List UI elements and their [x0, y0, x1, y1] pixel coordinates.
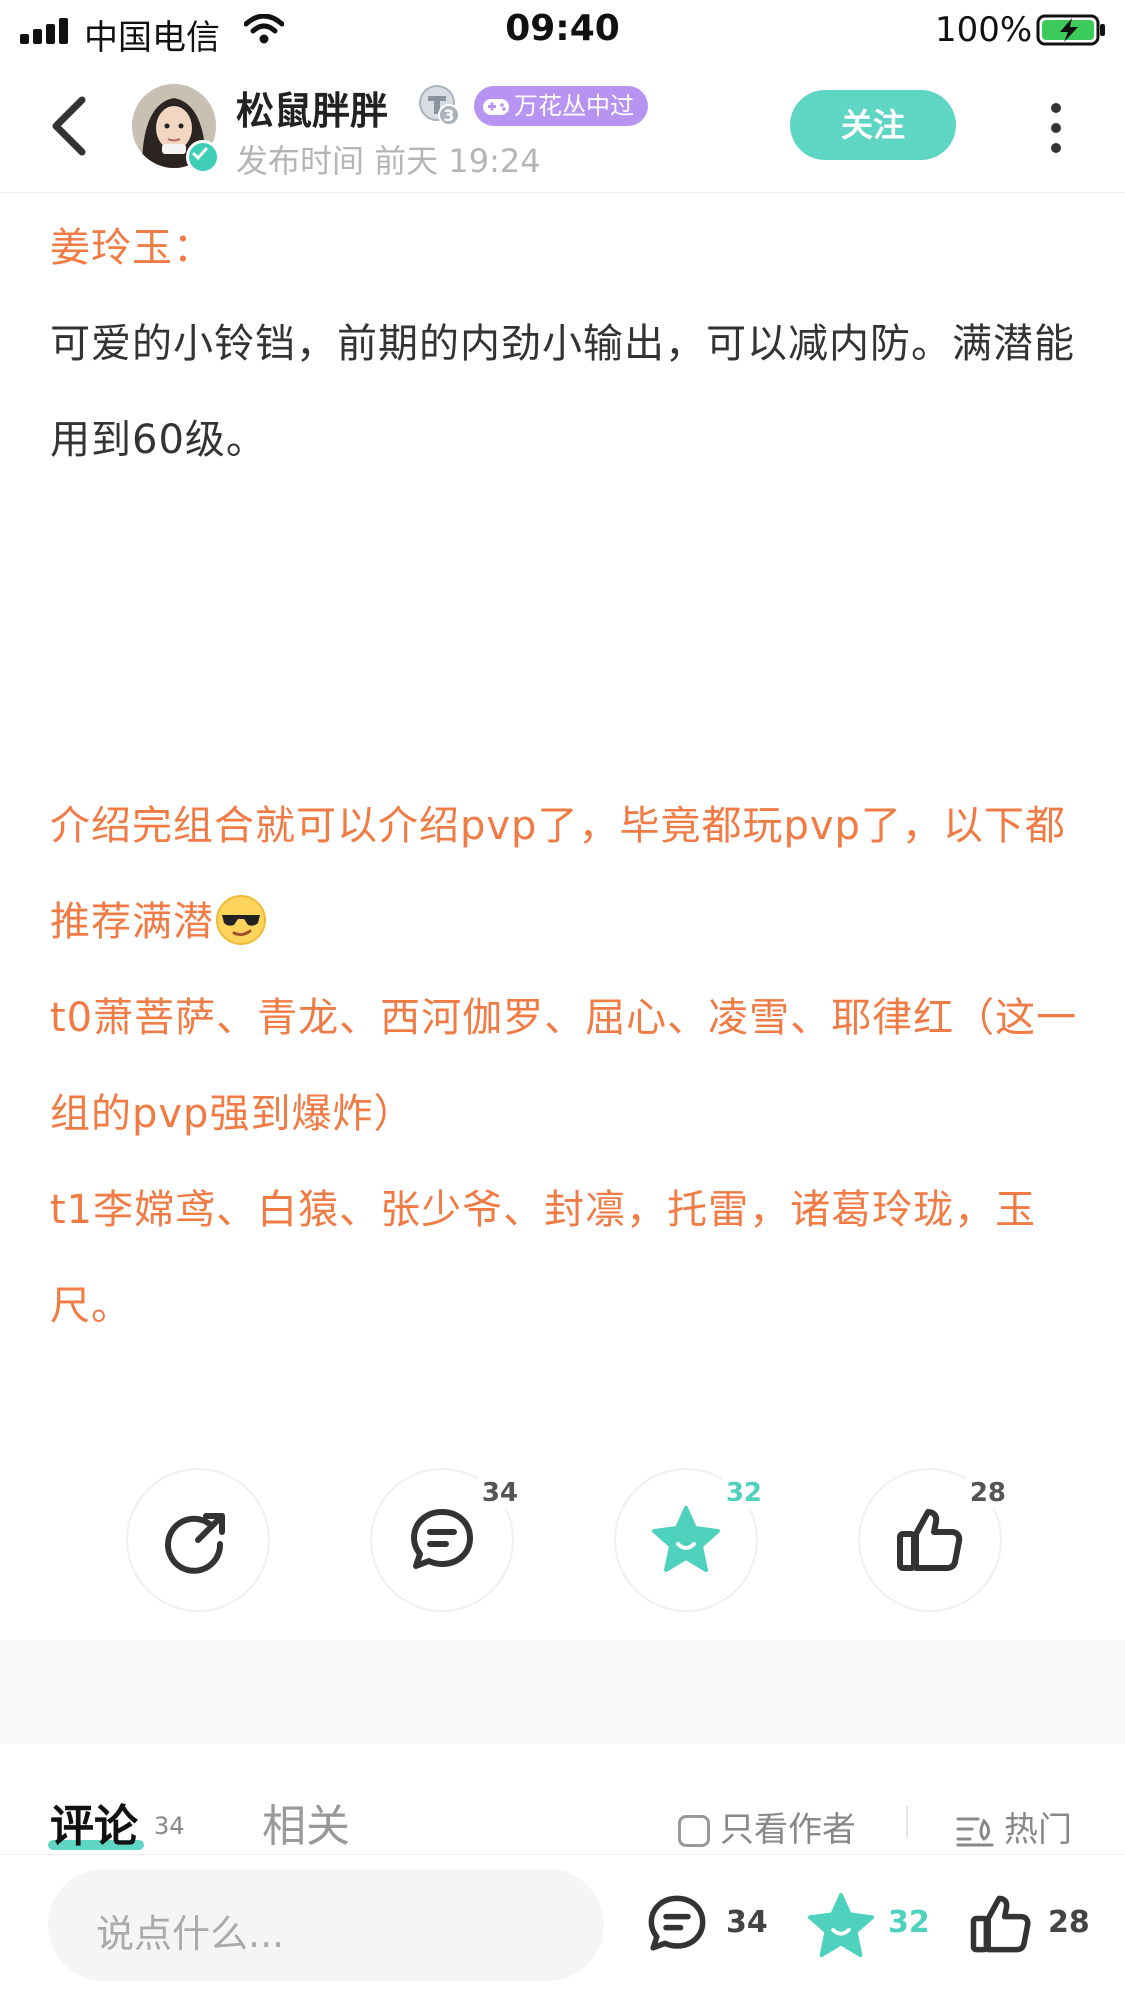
status-bar: 中国电信 09:40 100%: [0, 0, 1125, 60]
battery-charging-icon: [1036, 14, 1105, 46]
post-body: 姜玲玉： 可爱的小铃铛，前期的内劲小输出，可以减内防。满潜能用到60级。 介绍完…: [50, 200, 1080, 1354]
game-badge-label: 万花丛中过: [514, 92, 634, 120]
cool-sunglasses-emoji-icon: [216, 895, 266, 945]
share-button[interactable]: [126, 1468, 270, 1612]
game-badge[interactable]: 万花丛中过: [474, 86, 648, 126]
tab-comments-count: 34: [154, 1812, 185, 1840]
bottom-action-bar: 说点什么... 34 32 28: [0, 1854, 1125, 2002]
author-only-label: 只看作者: [720, 1810, 856, 1850]
comment-bubble-icon: [411, 1509, 473, 1569]
post-actions: 34 32 28: [0, 1468, 1125, 1618]
tab-comments[interactable]: 评论: [50, 1790, 138, 1854]
comment-tabs: 评论 34 相关 只看作者 热门: [0, 1744, 1125, 1854]
author-only-toggle[interactable]: 只看作者: [678, 1802, 856, 1851]
level-number: 3: [443, 106, 454, 125]
bottom-comment-button[interactable]: 34: [644, 1891, 774, 1951]
bottom-favorite-button[interactable]: 32: [806, 1891, 936, 1958]
thumbs-up-icon: [970, 1895, 1031, 1953]
section-text: 可爱的小铃铛，前期的内劲小输出，可以减内防。满潜能用到60级。: [50, 321, 1075, 463]
comment-input[interactable]: 说点什么...: [48, 1869, 604, 1981]
bottom-like-button[interactable]: 28: [968, 1891, 1098, 1953]
favorite-action-button[interactable]: 32: [614, 1468, 766, 1612]
comment-input-placeholder: 说点什么...: [96, 1912, 285, 1956]
bottom-favorite-count: 32: [888, 1905, 930, 1940]
bottom-like-count: 28: [1048, 1905, 1090, 1940]
star-icon: [807, 1892, 875, 1958]
section-separator: [0, 1640, 1125, 1744]
publish-time: 发布时间 前天 19:24: [236, 142, 541, 180]
divider: [906, 1806, 908, 1838]
back-arrow-icon[interactable]: [44, 94, 100, 158]
share-icon: [165, 1513, 225, 1574]
verified-check-icon: [186, 140, 220, 174]
thumbs-up-icon: [897, 1509, 963, 1571]
comment-bubble-icon: [648, 1895, 706, 1951]
more-options-icon[interactable]: [1046, 100, 1066, 156]
star-icon: [652, 1506, 720, 1572]
pvp-intro-text: 介绍完组合就可以介绍pvp了，毕竟都玩pvp了，以下都推荐满潜: [50, 803, 1066, 945]
checkbox-icon[interactable]: [678, 1815, 710, 1847]
pvp-intro: 介绍完组合就可以介绍pvp了，毕竟都玩pvp了，以下都推荐满潜: [50, 778, 1080, 970]
comment-action-button[interactable]: 34: [370, 1468, 522, 1612]
like-action-button[interactable]: 28: [858, 1468, 1010, 1612]
author-name[interactable]: 松鼠胖胖: [236, 80, 388, 135]
battery-percent: 100%: [935, 10, 1033, 50]
follow-button[interactable]: 关注: [790, 90, 956, 160]
tab-related[interactable]: 相关: [262, 1790, 350, 1854]
gamepad-icon: [483, 99, 509, 115]
bottom-comment-count: 34: [726, 1905, 768, 1940]
sort-icon: [956, 1817, 994, 1847]
sort-hot-button[interactable]: 热门: [956, 1802, 1072, 1851]
favorite-count: 32: [721, 1478, 766, 1508]
tier-t1: t1李嫦鸢、白猿、张少爷、封凛，托雷，诸葛玲珑，玉尺。: [50, 1187, 1037, 1329]
level-badge-icon: 3: [419, 85, 460, 126]
tier-t0: t0萧菩萨、青龙、西河伽罗、屈心、凌雪、耶律红（这一组的pvp强到爆炸）: [50, 995, 1078, 1137]
section-title: 姜玲玉：: [50, 225, 214, 271]
comment-count: 34: [477, 1478, 522, 1508]
sort-label: 热门: [1004, 1810, 1072, 1850]
like-count: 28: [965, 1478, 1010, 1508]
post-header: 松鼠胖胖 3 万花丛中过 发布时间 前天 19:24 关注: [0, 60, 1125, 193]
